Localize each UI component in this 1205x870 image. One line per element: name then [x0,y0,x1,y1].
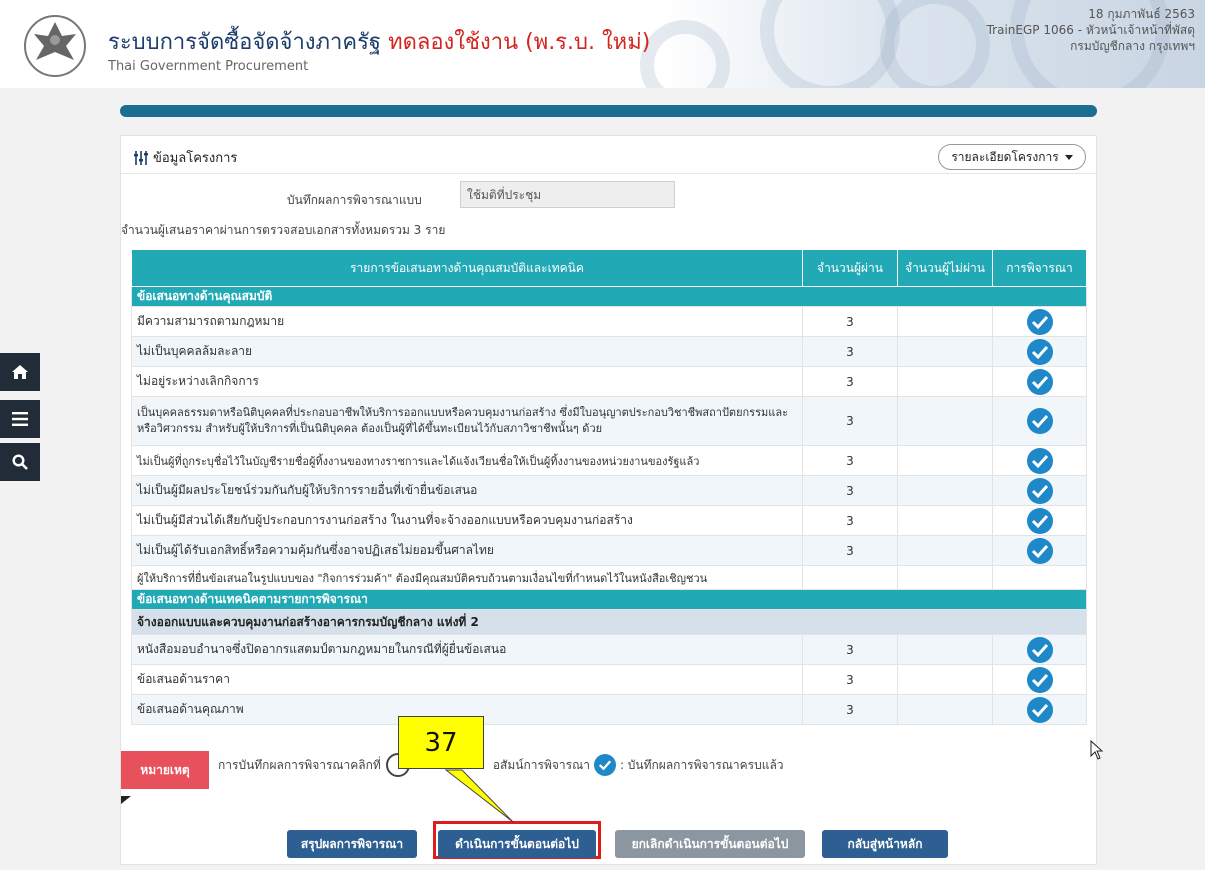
step-callout: 37 [398,716,484,769]
mouse-cursor-icon [1090,740,1104,760]
callout-pointer [444,769,514,823]
